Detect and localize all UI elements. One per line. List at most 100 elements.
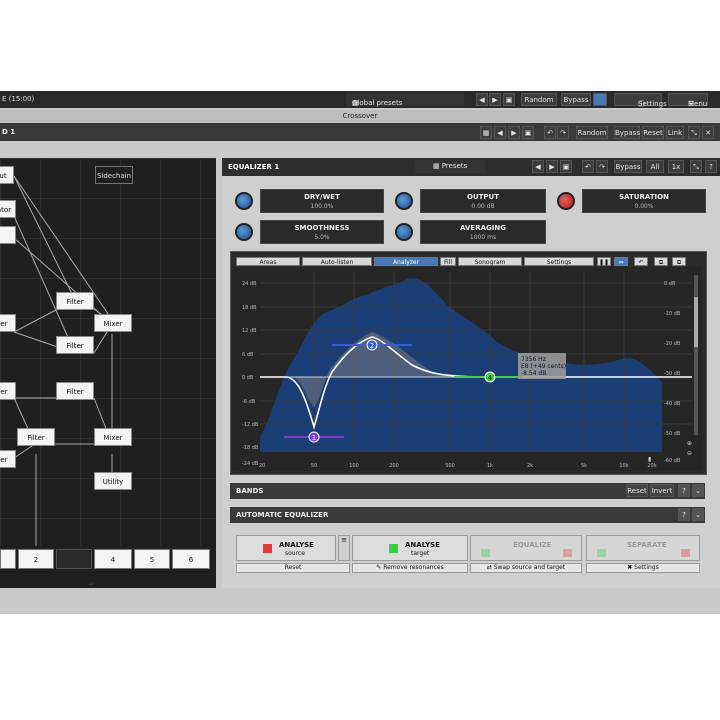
equalize-button[interactable]: EQUALIZE xyxy=(470,535,582,561)
output-param[interactable]: OUTPUT 0.00 dB xyxy=(420,189,546,213)
bands-reset-button[interactable]: Reset xyxy=(626,484,648,497)
smoothness-param[interactable]: SMOOTHNESS 5.0% xyxy=(260,220,384,244)
help-icon[interactable]: ? xyxy=(678,484,690,497)
zoom-out-icon[interactable]: ⊖ xyxy=(687,450,692,457)
saturation-knob[interactable] xyxy=(557,192,575,210)
averaging-param[interactable]: AVERAGING 1000 ms xyxy=(420,220,546,244)
undo-icon[interactable]: ↶ xyxy=(544,126,556,139)
routing-node-output[interactable]: ut xyxy=(0,166,14,184)
menu-button[interactable]: ☰ Menu xyxy=(668,93,708,108)
prev-arrow-icon[interactable]: ◀ xyxy=(494,126,506,139)
routing-node-input[interactable] xyxy=(0,226,16,244)
saturation-param[interactable]: SATURATION 0.00% xyxy=(582,189,706,213)
smoothness-knob[interactable] xyxy=(235,223,253,241)
routing-node-filter[interactable]: Filter xyxy=(17,428,55,446)
save-icon[interactable]: ▣ xyxy=(522,126,534,139)
bypass-button[interactable]: Bypass xyxy=(561,93,591,106)
auto-eq-settings-button[interactable]: ✖ Settings xyxy=(586,563,700,573)
graph-scroll-thumb[interactable] xyxy=(694,297,698,347)
prev-arrow-icon[interactable]: ◀ xyxy=(476,93,488,106)
band-tab-3[interactable] xyxy=(56,549,92,569)
link-button[interactable]: Link xyxy=(666,126,684,139)
tab-settings[interactable]: Settings xyxy=(524,257,594,266)
averaging-knob[interactable] xyxy=(395,223,413,241)
lock-icon[interactable]: ▮ xyxy=(648,456,651,463)
redo-icon[interactable]: ↷ xyxy=(557,126,569,139)
reset-button[interactable]: Reset xyxy=(642,126,664,139)
oversampling-button[interactable]: 1x xyxy=(668,160,684,173)
drywet-knob[interactable] xyxy=(235,192,253,210)
routing-node-filter[interactable]: Filter xyxy=(56,336,94,354)
auto-eq-section: AUTOMATIC EQUALIZER ? ⌄ xyxy=(230,507,705,523)
tab-areas[interactable]: Areas xyxy=(236,257,300,266)
tab-fill[interactable]: Fill xyxy=(440,257,456,266)
swap-source-target-button[interactable]: ⇄ Swap source and target xyxy=(470,563,582,573)
output-knob[interactable] xyxy=(395,192,413,210)
routing-node-mixer[interactable]: Mixer xyxy=(94,428,132,446)
bands-invert-button[interactable]: Invert xyxy=(650,484,674,497)
equalize-green-indicator xyxy=(481,549,490,557)
separate-button[interactable]: SEPARATE xyxy=(586,535,700,561)
help-icon[interactable]: ? xyxy=(678,508,690,521)
resize-icon[interactable]: ⇔ xyxy=(614,257,628,266)
collapse-icon[interactable]: ⤡ xyxy=(688,126,700,139)
tab-analyzer[interactable]: Analyzer xyxy=(374,257,438,266)
ab-toggle-button[interactable] xyxy=(593,93,607,106)
paste-icon[interactable]: ⧉ xyxy=(672,257,686,266)
next-arrow-icon[interactable]: ▶ xyxy=(546,160,558,173)
settings-button[interactable]: ⓘ Settings xyxy=(614,93,667,108)
close-icon[interactable]: ✕ xyxy=(702,126,714,139)
resize-handle-icon[interactable]: ◂▸ xyxy=(88,581,94,588)
source-options-icon[interactable]: ≡ xyxy=(338,535,350,561)
next-arrow-icon[interactable]: ▶ xyxy=(508,126,520,139)
zoom-in-icon[interactable]: ⊕ xyxy=(687,440,692,447)
random-button[interactable]: Random xyxy=(521,93,557,106)
copy-icon[interactable]: ⧉ xyxy=(654,257,668,266)
routing-node-sidechain[interactable]: Sidechain xyxy=(95,166,133,184)
remove-resonances-button[interactable]: ✎ Remove resonances xyxy=(352,563,468,573)
band-tab-1[interactable] xyxy=(0,549,16,569)
routing-node-generator[interactable]: ator xyxy=(0,200,16,218)
all-button[interactable]: All xyxy=(646,160,664,173)
routing-node-mixer-left[interactable]: er xyxy=(0,314,16,332)
save-icon[interactable]: ▣ xyxy=(503,93,515,106)
collapse-icon[interactable]: ⌄ xyxy=(692,484,704,497)
prev-arrow-icon[interactable]: ◀ xyxy=(532,160,544,173)
presets-button[interactable]: ▦ Presets xyxy=(415,160,485,173)
band-tab-2[interactable]: 2 xyxy=(18,549,54,569)
band-tab-4[interactable]: 4 xyxy=(94,549,132,569)
redo-icon[interactable]: ↷ xyxy=(596,160,608,173)
routing-node-filter[interactable]: Filter xyxy=(56,292,94,310)
routing-node-mixer-left[interactable]: er xyxy=(0,382,16,400)
band-tab-6[interactable]: 6 xyxy=(172,549,210,569)
tab-sonogram[interactable]: Sonogram xyxy=(458,257,522,266)
undo-icon[interactable]: ↶ xyxy=(634,257,648,266)
eq-graph[interactable]: 1 2 4 7356 Hz E8 (+49 cents) -8.54 dB 24… xyxy=(232,267,702,471)
tab-auto-listen[interactable]: Auto-listen xyxy=(302,257,372,266)
collapse-icon[interactable]: ⤡ xyxy=(690,160,702,173)
collapse-icon[interactable]: ⌄ xyxy=(692,508,704,521)
routing-node-utility[interactable]: Utility xyxy=(94,472,132,490)
next-arrow-icon[interactable]: ▶ xyxy=(489,93,501,106)
routing-node-filter[interactable]: Filter xyxy=(56,382,94,400)
y-label-right: -10 dB xyxy=(664,311,681,317)
routing-node-mixer-left[interactable]: er xyxy=(0,450,16,468)
routing-node-mixer[interactable]: Mixer xyxy=(94,314,132,332)
y-label-right: -50 dB xyxy=(664,431,681,437)
analyse-target-button[interactable]: ANALYSE target xyxy=(352,535,468,561)
pause-icon[interactable]: ❚❚ xyxy=(597,257,611,266)
auto-eq-reset-button[interactable]: Reset xyxy=(236,563,350,573)
drywet-param[interactable]: DRY/WET 100.0% xyxy=(260,189,384,213)
separate-label: SEPARATE xyxy=(627,541,667,549)
band-tab-5[interactable]: 5 xyxy=(134,549,170,569)
global-presets-button[interactable]: ▦ Global presets xyxy=(346,93,464,107)
bypass-button[interactable]: Bypass xyxy=(614,160,642,173)
help-icon[interactable]: ? xyxy=(705,160,717,173)
bypass-button[interactable]: Bypass xyxy=(614,126,640,139)
random-button[interactable]: Random xyxy=(576,126,608,139)
analyse-source-button[interactable]: ANALYSE source xyxy=(236,535,336,561)
undo-icon[interactable]: ↶ xyxy=(582,160,594,173)
grid-icon[interactable]: ▦ xyxy=(480,126,492,139)
save-icon[interactable]: ▣ xyxy=(560,160,572,173)
source-indicator xyxy=(263,544,272,553)
